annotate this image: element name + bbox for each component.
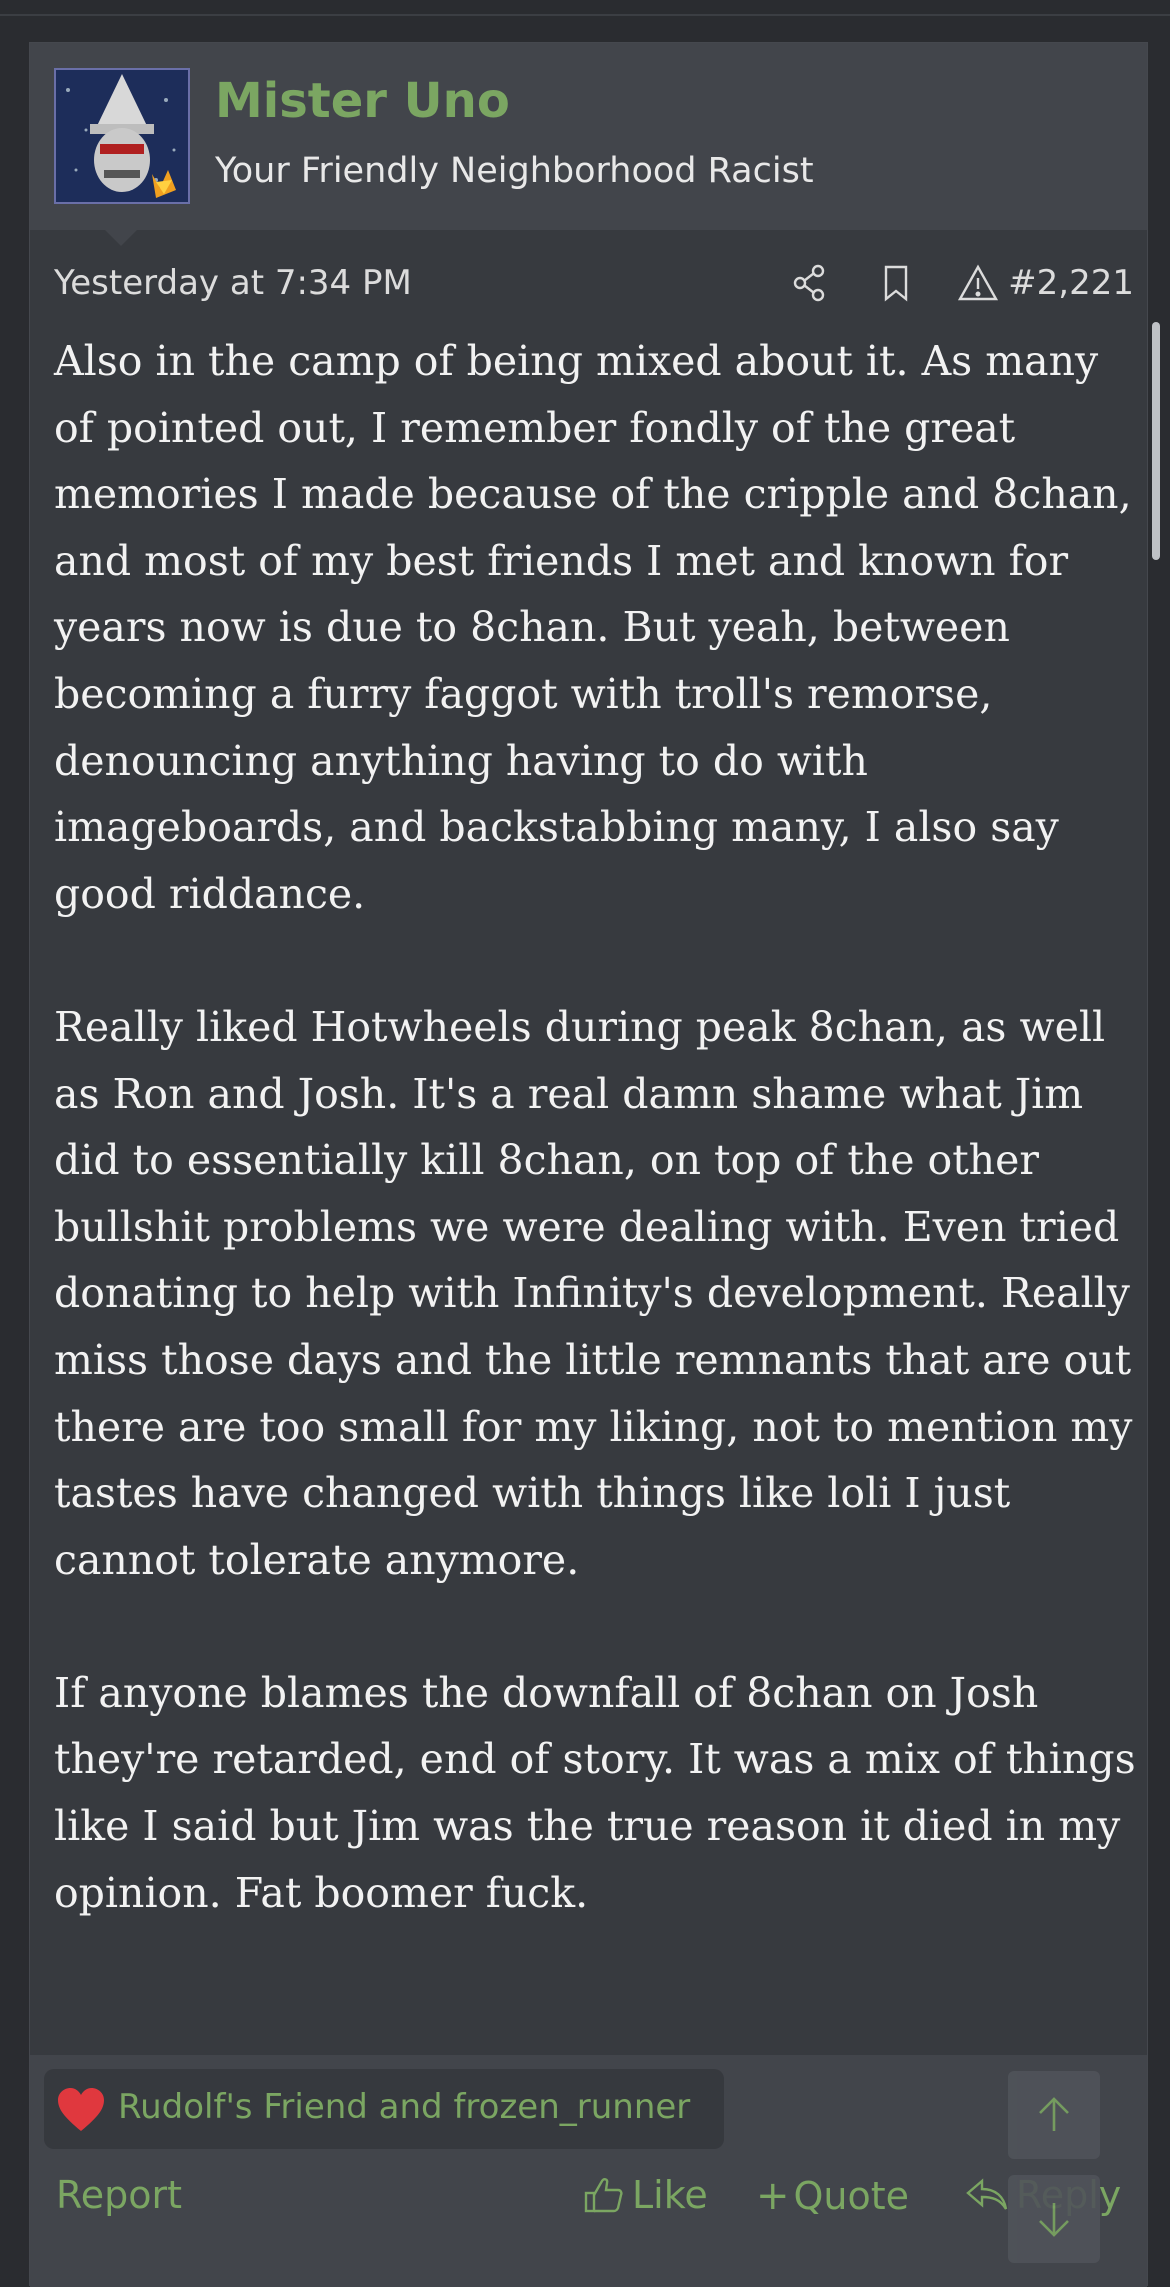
heart-icon — [56, 2087, 106, 2133]
reaction-users[interactable]: Rudolf's Friend and frozen_runner — [118, 2087, 690, 2127]
reactions-bar[interactable]: Rudolf's Friend and frozen_runner — [44, 2069, 724, 2149]
quote-label: Quote — [793, 2174, 910, 2218]
thumbs-up-icon — [584, 2178, 623, 2213]
like-label: Like — [632, 2173, 708, 2217]
author-name[interactable]: Mister Uno — [215, 73, 510, 129]
arrow-up-icon — [1039, 2097, 1069, 2131]
reply-arrow-icon — [966, 2178, 1008, 2210]
header-caret — [105, 230, 137, 246]
post-timestamp[interactable]: Yesterday at 7:34 PM — [54, 263, 412, 303]
scroll-down-button[interactable] — [1008, 2175, 1100, 2263]
share-icon[interactable] — [788, 261, 832, 305]
post-meta: Yesterday at 7:34 PM #2,221 — [54, 253, 1134, 313]
plus-icon: + — [756, 2173, 790, 2219]
top-divider — [0, 14, 1170, 16]
post-paragraph: Also in the camp of being mixed about it… — [54, 337, 1132, 918]
report-button[interactable]: Report — [56, 2173, 182, 2217]
post-paragraph: If anyone blames the downfall of 8chan o… — [54, 1668, 1136, 1917]
arrow-down-icon — [1039, 2203, 1069, 2237]
user-title: Your Friendly Neighborhood Racist — [215, 151, 814, 191]
warning-icon[interactable] — [956, 261, 1000, 305]
page-scrollbar[interactable] — [1152, 322, 1160, 560]
like-button[interactable]: Like — [582, 2173, 708, 2217]
post-body: Also in the camp of being mixed about it… — [54, 328, 1144, 1993]
scroll-up-button[interactable] — [1008, 2071, 1100, 2159]
post-number[interactable]: #2,221 — [1008, 263, 1134, 303]
avatar[interactable] — [54, 68, 190, 204]
report-label: Report — [56, 2173, 182, 2217]
quote-button[interactable]: + Quote — [756, 2173, 909, 2219]
post-card: Mister Uno Your Friendly Neighborhood Ra… — [29, 42, 1148, 2287]
post-footer: Rudolf's Friend and frozen_runner Report… — [30, 2055, 1147, 2287]
bookmark-icon[interactable] — [874, 261, 918, 305]
post-paragraph: Really liked Hotwheels during peak 8chan… — [54, 1002, 1133, 1584]
post-header: Mister Uno Your Friendly Neighborhood Ra… — [30, 43, 1147, 230]
